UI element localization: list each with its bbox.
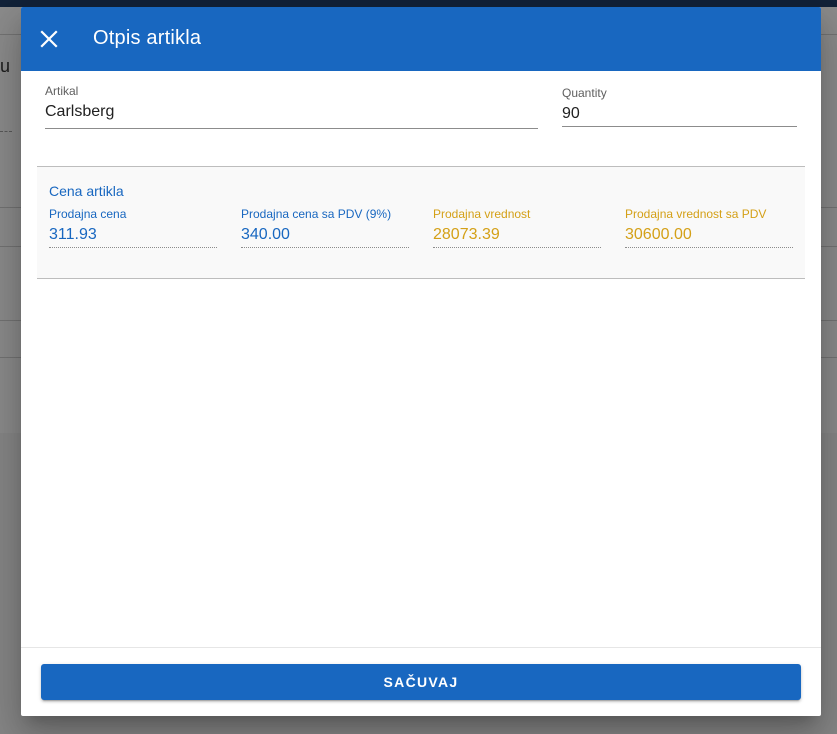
- selling-value-underline: [433, 247, 601, 248]
- selling-price-vat-field: Prodajna cena sa PDV (9%) 340.00: [241, 207, 409, 249]
- quantity-underline: [562, 126, 797, 127]
- selling-value-field: Prodajna vrednost 28073.39: [433, 207, 601, 249]
- selling-price-vat-label: Prodajna cena sa PDV (9%): [241, 207, 392, 221]
- artikal-field[interactable]: Artikal Carlsberg: [45, 84, 538, 129]
- selling-price-vat-underline: [241, 247, 409, 248]
- quantity-value: 90: [562, 105, 580, 122]
- quantity-label: Quantity: [562, 86, 607, 100]
- selling-price-value: 311.93: [49, 226, 97, 243]
- dialog-title: Otpis artikla: [93, 27, 202, 49]
- close-icon: [40, 30, 58, 48]
- selling-value-label: Prodajna vrednost: [433, 207, 531, 221]
- selling-value-vat-field: Prodajna vrednost sa PDV 30600.00: [625, 207, 793, 249]
- artikal-label: Artikal: [45, 84, 79, 98]
- write-off-dialog: Otpis artikla Artikal Carlsberg Quantity…: [21, 7, 821, 716]
- footer-divider: [21, 647, 821, 648]
- price-section-title: Cena artikla: [49, 183, 124, 199]
- quantity-field[interactable]: Quantity 90: [562, 86, 797, 127]
- selling-price-label: Prodajna cena: [49, 207, 127, 221]
- selling-value-vat-label: Prodajna vrednost sa PDV: [625, 207, 767, 221]
- price-section: Cena artikla Prodajna cena 311.93 Prodaj…: [37, 166, 805, 279]
- selling-price-field: Prodajna cena 311.93: [49, 207, 217, 249]
- artikal-underline: [45, 128, 538, 129]
- dialog-header: Otpis artikla: [21, 7, 821, 71]
- close-button[interactable]: [31, 21, 67, 57]
- selling-value-value: 28073.39: [433, 226, 500, 243]
- save-button[interactable]: SAČUVAJ: [41, 664, 801, 700]
- artikal-value: Carlsberg: [45, 103, 115, 120]
- selling-price-vat-value: 340.00: [241, 226, 290, 243]
- selling-value-vat-value: 30600.00: [625, 226, 692, 243]
- selling-price-underline: [49, 247, 217, 248]
- selling-value-vat-underline: [625, 247, 793, 248]
